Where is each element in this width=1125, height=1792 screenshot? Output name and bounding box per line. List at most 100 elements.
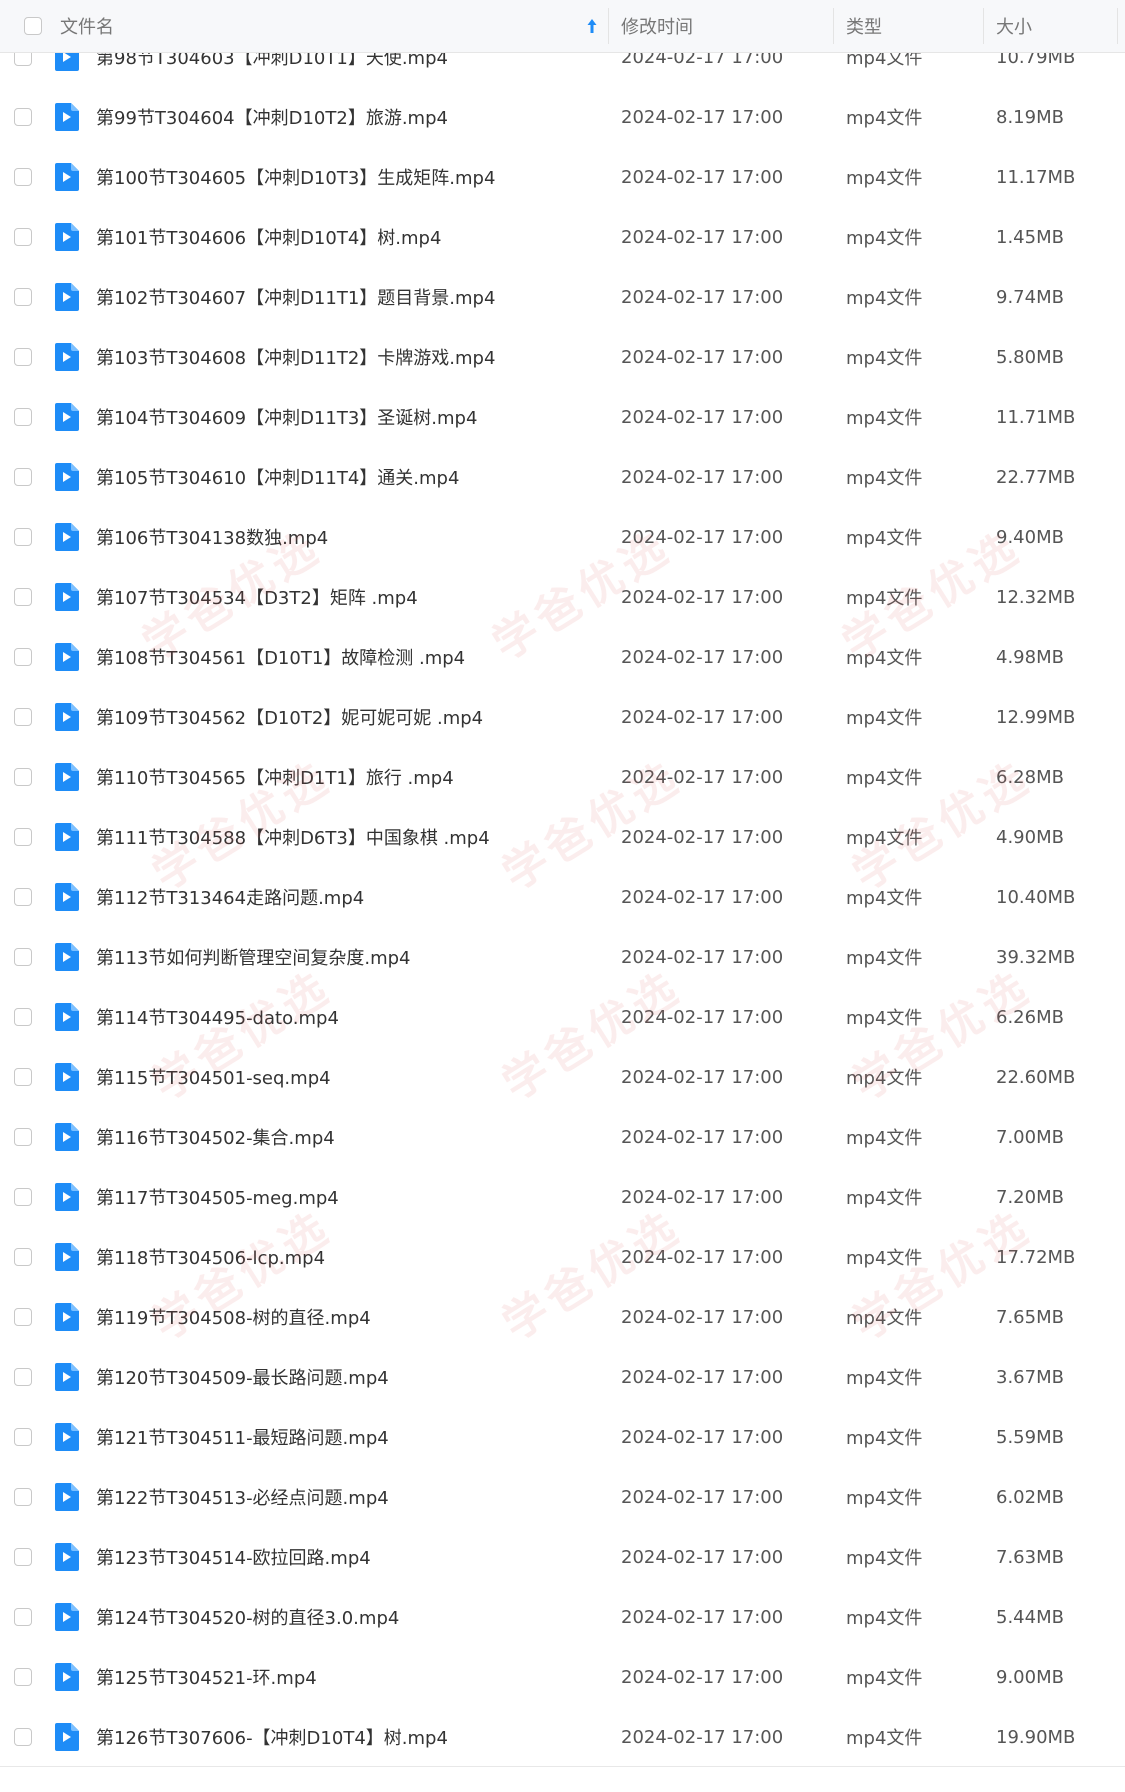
video-file-icon (53, 163, 79, 191)
file-name[interactable]: 第113节如何判断管理空间复杂度.mp4 (96, 927, 411, 987)
row-checkbox[interactable] (14, 588, 32, 606)
row-checkbox[interactable] (14, 468, 32, 486)
file-name[interactable]: 第105节T304610【冲刺D11T4】通关.mp4 (96, 447, 459, 507)
table-row[interactable]: 第126节T307606-【冲刺D10T4】树.mp4 2024-02-17 17… (0, 1707, 1125, 1767)
column-separator[interactable] (1117, 8, 1118, 44)
file-name[interactable]: 第122节T304513-必经点问题.mp4 (96, 1467, 389, 1527)
table-row[interactable]: 第100节T304605【冲刺D10T3】生成矩阵.mp4 2024-02-17 … (0, 147, 1125, 207)
file-name[interactable]: 第126节T307606-【冲刺D10T4】树.mp4 (96, 1707, 448, 1767)
column-separator[interactable] (833, 8, 834, 44)
file-name[interactable]: 第123节T304514-欧拉回路.mp4 (96, 1527, 371, 1587)
file-name[interactable]: 第104节T304609【冲刺D11T3】圣诞树.mp4 (96, 387, 477, 447)
table-row[interactable]: 第120节T304509-最长路问题.mp4 2024-02-17 17:00 mp… (0, 1347, 1125, 1407)
file-type: mp4文件 (846, 888, 923, 909)
file-name[interactable]: 第101节T304606【冲刺D10T4】树.mp4 (96, 207, 441, 267)
table-row[interactable]: 第115节T304501-seq.mp4 2024-02-17 17:00 mp4文… (0, 1047, 1125, 1107)
file-name[interactable]: 第117节T304505-meg.mp4 (96, 1167, 339, 1227)
table-row[interactable]: 第116节T304502-集合.mp4 2024-02-17 17:00 mp4文件… (0, 1107, 1125, 1167)
row-checkbox[interactable] (14, 228, 32, 246)
row-checkbox[interactable] (14, 1248, 32, 1266)
row-checkbox[interactable] (14, 1008, 32, 1026)
row-checkbox[interactable] (14, 828, 32, 846)
file-name[interactable]: 第106节T304138数独.mp4 (96, 507, 328, 567)
table-row[interactable]: 第104节T304609【冲刺D11T3】圣诞树.mp4 2024-02-17 1… (0, 387, 1125, 447)
file-name[interactable]: 第107节T304534【D3T2】矩阵 .mp4 (96, 567, 418, 627)
row-checkbox[interactable] (14, 1308, 32, 1326)
file-name[interactable]: 第111节T304588【冲刺D6T3】中国象棋 .mp4 (96, 807, 490, 867)
table-row[interactable]: 第103节T304608【冲刺D11T2】卡牌游戏.mp4 2024-02-17 … (0, 327, 1125, 387)
table-row[interactable]: 第123节T304514-欧拉回路.mp4 2024-02-17 17:00 mp4… (0, 1527, 1125, 1587)
file-name[interactable]: 第116节T304502-集合.mp4 (96, 1107, 335, 1167)
row-checkbox[interactable] (14, 528, 32, 546)
table-row[interactable]: 第124节T304520-树的直径3.0.mp4 2024-02-17 17:00… (0, 1587, 1125, 1647)
file-name[interactable]: 第109节T304562【D10T2】妮可妮可妮 .mp4 (96, 687, 483, 747)
table-row[interactable]: 第110节T304565【冲刺D1T1】旅行 .mp4 2024-02-17 17… (0, 747, 1125, 807)
row-checkbox[interactable] (14, 888, 32, 906)
file-size: 19.90MB (996, 1726, 1076, 1748)
row-checkbox[interactable] (14, 1488, 32, 1506)
file-name[interactable]: 第120节T304509-最长路问题.mp4 (96, 1347, 389, 1407)
file-name[interactable]: 第99节T304604【冲刺D10T2】旅游.mp4 (96, 87, 448, 147)
file-name[interactable]: 第119节T304508-树的直径.mp4 (96, 1287, 371, 1347)
table-row[interactable]: 第114节T304495-dato.mp4 2024-02-17 17:00 mp4… (0, 987, 1125, 1047)
table-row[interactable]: 第125节T304521-环.mp4 2024-02-17 17:00 mp4文件 9… (0, 1647, 1125, 1707)
table-row[interactable]: 第113节如何判断管理空间复杂度.mp4 2024-02-17 17:00 mp4文… (0, 927, 1125, 987)
table-row[interactable]: 第109节T304562【D10T2】妮可妮可妮 .mp4 2024-02-17 … (0, 687, 1125, 747)
table-row[interactable]: 第111节T304588【冲刺D6T3】中国象棋 .mp4 2024-02-17 … (0, 807, 1125, 867)
column-separator[interactable] (608, 8, 609, 44)
row-checkbox[interactable] (14, 1128, 32, 1146)
file-name[interactable]: 第110节T304565【冲刺D1T1】旅行 .mp4 (96, 747, 454, 807)
file-name[interactable]: 第124节T304520-树的直径3.0.mp4 (96, 1587, 399, 1647)
file-name[interactable]: 第121节T304511-最短路问题.mp4 (96, 1407, 389, 1467)
table-row[interactable]: 第107节T304534【D3T2】矩阵 .mp4 2024-02-17 17:0… (0, 567, 1125, 627)
row-checkbox[interactable] (14, 1668, 32, 1686)
row-checkbox[interactable] (14, 768, 32, 786)
video-file-icon (53, 1243, 79, 1271)
table-row[interactable]: 第108节T304561【D10T1】故障检测 .mp4 2024-02-17 1… (0, 627, 1125, 687)
row-checkbox[interactable] (14, 1428, 32, 1446)
file-name[interactable]: 第100节T304605【冲刺D10T3】生成矩阵.mp4 (96, 147, 495, 207)
file-name[interactable]: 第112节T313464走路问题.mp4 (96, 867, 364, 927)
row-checkbox[interactable] (14, 108, 32, 126)
row-checkbox[interactable] (14, 648, 32, 666)
row-checkbox[interactable] (14, 948, 32, 966)
file-type: mp4文件 (846, 528, 923, 549)
file-name[interactable]: 第115节T304501-seq.mp4 (96, 1047, 331, 1107)
table-row[interactable]: 第121节T304511-最短路问题.mp4 2024-02-17 17:00 mp… (0, 1407, 1125, 1467)
row-checkbox[interactable] (14, 1728, 32, 1746)
column-header-date[interactable]: 修改时间 (621, 0, 821, 52)
file-name[interactable]: 第125节T304521-环.mp4 (96, 1647, 317, 1707)
row-checkbox[interactable] (14, 348, 32, 366)
sort-ascending-icon[interactable] (585, 16, 599, 36)
table-row[interactable]: 第112节T313464走路问题.mp4 2024-02-17 17:00 mp4文… (0, 867, 1125, 927)
column-header-size[interactable]: 大小 (996, 0, 1096, 52)
table-row[interactable]: 第117节T304505-meg.mp4 2024-02-17 17:00 mp4文… (0, 1167, 1125, 1227)
table-row[interactable]: 第119节T304508-树的直径.mp4 2024-02-17 17:00 mp4… (0, 1287, 1125, 1347)
file-name[interactable]: 第102节T304607【冲刺D11T1】题目背景.mp4 (96, 267, 495, 327)
column-header-name[interactable]: 文件名 (60, 0, 610, 52)
row-checkbox[interactable] (14, 168, 32, 186)
table-row[interactable]: 第106节T304138数独.mp4 2024-02-17 17:00 mp4文件 9… (0, 507, 1125, 567)
table-row[interactable]: 第102节T304607【冲刺D11T1】题目背景.mp4 2024-02-17 … (0, 267, 1125, 327)
row-checkbox[interactable] (14, 708, 32, 726)
select-all-checkbox[interactable] (24, 17, 42, 35)
table-row[interactable]: 第118节T304506-lcp.mp4 2024-02-17 17:00 mp4文… (0, 1227, 1125, 1287)
row-checkbox[interactable] (14, 1188, 32, 1206)
row-checkbox[interactable] (14, 1548, 32, 1566)
file-size: 7.20MB (996, 1186, 1064, 1208)
file-name[interactable]: 第118节T304506-lcp.mp4 (96, 1227, 325, 1287)
file-name[interactable]: 第114节T304495-dato.mp4 (96, 987, 339, 1047)
row-checkbox[interactable] (14, 408, 32, 426)
column-separator[interactable] (983, 8, 984, 44)
table-row[interactable]: 第122节T304513-必经点问题.mp4 2024-02-17 17:00 mp… (0, 1467, 1125, 1527)
row-checkbox[interactable] (14, 1608, 32, 1626)
row-checkbox[interactable] (14, 1368, 32, 1386)
row-checkbox[interactable] (14, 288, 32, 306)
file-name[interactable]: 第108节T304561【D10T1】故障检测 .mp4 (96, 627, 465, 687)
column-header-type[interactable]: 类型 (846, 0, 976, 52)
table-row[interactable]: 第105节T304610【冲刺D11T4】通关.mp4 2024-02-17 17… (0, 447, 1125, 507)
row-checkbox[interactable] (14, 1068, 32, 1086)
file-name[interactable]: 第103节T304608【冲刺D11T2】卡牌游戏.mp4 (96, 327, 495, 387)
table-row[interactable]: 第101节T304606【冲刺D10T4】树.mp4 2024-02-17 17:… (0, 207, 1125, 267)
table-row[interactable]: 第99节T304604【冲刺D10T2】旅游.mp4 2024-02-17 17:… (0, 87, 1125, 147)
